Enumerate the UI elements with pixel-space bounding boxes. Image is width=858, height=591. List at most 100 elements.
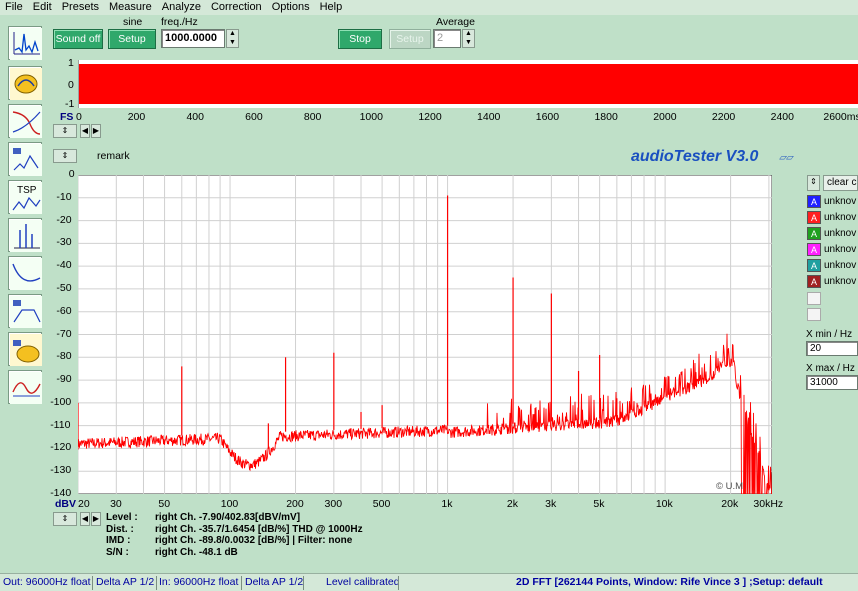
scroll-right-icon[interactable]: ▶: [91, 124, 101, 138]
average-stepper[interactable]: ▲ ▼: [462, 29, 475, 48]
spectrum-button[interactable]: [8, 218, 42, 252]
input-format: In: 96000Hz float: [159, 576, 239, 588]
sound-off-button[interactable]: Sound off: [53, 29, 103, 49]
status-divider: [303, 576, 304, 590]
up-arrow-icon[interactable]: ▲: [227, 30, 238, 39]
legend-color-swatch[interactable]: A: [807, 195, 821, 208]
thd-icon: [10, 144, 42, 176]
watermark: © U.M: [716, 481, 744, 492]
speaker-test-button[interactable]: [8, 332, 42, 366]
tsp-icon: TSP: [10, 182, 42, 214]
fft-view-button[interactable]: [8, 26, 42, 60]
impedance-icon: [10, 258, 42, 290]
down-arrow-icon[interactable]: ▼: [463, 39, 474, 48]
thd-button[interactable]: [8, 142, 42, 176]
legend-entry-label: unknov: [824, 196, 857, 207]
time-x-tick: 2200: [711, 111, 736, 123]
frequency-stepper[interactable]: ▲ ▼: [226, 29, 239, 48]
time-x-tick: 800: [303, 111, 322, 123]
dist-value: right Ch. -35.7/1.6454 [dB/%] THD @ 1000…: [155, 523, 363, 535]
frequency-response-button[interactable]: [8, 104, 42, 138]
fft-x-tick: 200: [286, 498, 304, 510]
down-arrow-icon[interactable]: ▼: [227, 39, 238, 48]
fft-x-tick: 100: [220, 498, 239, 510]
legend-color-swatch[interactable]: A: [807, 259, 821, 272]
status-divider: [241, 576, 242, 590]
menu-help[interactable]: Help: [315, 0, 348, 15]
menu-options[interactable]: Options: [267, 0, 315, 15]
oscilloscope-button[interactable]: [8, 66, 42, 100]
fft-y-tick: -130: [50, 464, 72, 477]
tsp-button[interactable]: TSP: [8, 180, 42, 214]
generator-setup-button[interactable]: Setup: [108, 29, 156, 49]
y-unit-label: dBV: [55, 498, 76, 510]
menu-correction[interactable]: Correction: [206, 0, 267, 15]
zoom-stepper-fft[interactable]: ⇕: [53, 512, 77, 526]
fft-x-tick: 3k: [545, 498, 557, 510]
fft-x-tick: 20k: [721, 498, 739, 510]
menu-edit[interactable]: Edit: [28, 0, 57, 15]
legend-color-swatch[interactable]: A: [807, 243, 821, 256]
svg-text:TSP: TSP: [17, 185, 37, 196]
time-x-tick: 1600: [535, 111, 560, 123]
time-x-tick: 2600ms: [823, 111, 858, 123]
time-y-tick: 0: [68, 79, 74, 91]
menu-presets[interactable]: Presets: [57, 0, 104, 15]
freq-label: freq./Hz: [161, 16, 198, 28]
fft-y-tick: -40: [56, 259, 72, 272]
frequency-input[interactable]: 1000.0000: [161, 29, 225, 48]
stop-button[interactable]: Stop: [338, 29, 382, 49]
fft-y-tick: -60: [56, 304, 72, 317]
fft-x-tick: 2k: [506, 498, 518, 510]
time-x-tick: 2000: [653, 111, 677, 123]
clear-curves-button[interactable]: clear c: [823, 175, 858, 191]
zoom-stepper-time[interactable]: ⇕: [53, 124, 77, 138]
sn-value: right Ch. -48.1 dB: [155, 546, 238, 558]
time-x-tick: 1400: [477, 111, 501, 123]
fft-y-tick: -70: [56, 327, 72, 340]
status-divider: [156, 576, 157, 590]
impedance-button[interactable]: [8, 256, 42, 290]
remark-stepper[interactable]: ⇕: [53, 149, 77, 163]
waveform-fill: [79, 64, 858, 104]
remark-label: remark: [97, 150, 130, 162]
average-label: Average: [436, 16, 475, 28]
time-x-tick: 1200: [418, 111, 442, 123]
level-label: Level :: [106, 512, 138, 523]
xmin-label: X min / Hz: [806, 329, 853, 340]
filter-button[interactable]: [8, 294, 42, 328]
fft-y-tick: -110: [50, 418, 71, 431]
step-response-button[interactable]: [8, 370, 42, 404]
scroll-right-icon[interactable]: ▶: [91, 512, 101, 526]
legend-empty-slot[interactable]: [807, 308, 821, 321]
up-arrow-icon[interactable]: ▲: [463, 30, 474, 39]
legend-color-swatch[interactable]: A: [807, 275, 821, 288]
menu-analyze[interactable]: Analyze: [157, 0, 206, 15]
legend-entry-label: unknov: [824, 212, 857, 223]
xmin-input[interactable]: 20: [806, 341, 858, 356]
time-x-tick: 2400: [770, 111, 794, 123]
scroll-left-icon[interactable]: ◀: [80, 512, 90, 526]
menu-measure[interactable]: Measure: [104, 0, 157, 15]
level-value: right Ch. -7.90/402.83[dBV/mV]: [155, 512, 301, 523]
scroll-left-icon[interactable]: ◀: [80, 124, 90, 138]
fft-y-tick: 0: [68, 168, 75, 180]
frequency-response-icon: [10, 106, 42, 138]
legend-color-swatch[interactable]: A: [807, 211, 821, 224]
capture-setup-button[interactable]: Setup: [389, 29, 431, 49]
legend-empty-slot[interactable]: [807, 292, 821, 305]
legend-color-swatch[interactable]: A: [807, 227, 821, 240]
output-device: Delta AP 1/2: [96, 576, 155, 588]
waveform-label: sine: [123, 16, 143, 28]
input-device: Delta AP 1/2: [245, 576, 304, 588]
average-input[interactable]: 2: [433, 29, 461, 48]
brand-logo: audioTester V3.0: [631, 148, 759, 165]
legend-stepper[interactable]: ⇕: [807, 175, 820, 191]
menu-file[interactable]: File: [0, 0, 28, 15]
time-x-tick: 1800: [594, 111, 618, 123]
sn-label: S/N :: [106, 546, 129, 558]
time-x-tick: 0: [76, 111, 82, 123]
xmax-input[interactable]: 31000: [806, 375, 858, 390]
fft-x-tick: 500: [372, 498, 391, 510]
fft-x-tick: 30: [110, 498, 122, 510]
